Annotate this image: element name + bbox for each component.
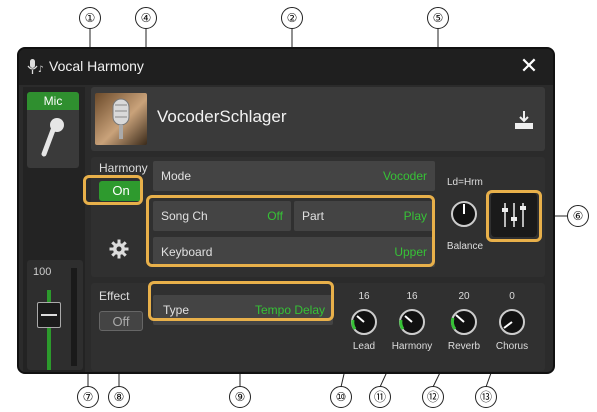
microphone-icon xyxy=(41,118,64,157)
mic-level-value: 100 xyxy=(33,266,52,278)
callout-8: ⑧ xyxy=(108,386,130,408)
harmony-knob[interactable] xyxy=(397,307,427,337)
callout-9: ⑨ xyxy=(229,386,251,408)
balance-knob-dial xyxy=(451,201,477,227)
song-ch-field[interactable]: Song Ch Off xyxy=(153,201,291,231)
reverb-level-value: 20 xyxy=(458,291,470,302)
microphone-harmony-icon: ♪ xyxy=(27,59,43,75)
lead-level-value: 16 xyxy=(358,291,370,302)
gear-icon[interactable] xyxy=(109,239,129,259)
callout-6: ⑥ xyxy=(567,205,589,227)
keyboard-field[interactable]: Keyboard Upper xyxy=(153,237,435,267)
part-value: Play xyxy=(403,209,427,223)
reverb-knob[interactable] xyxy=(449,307,479,337)
effect-type-field[interactable]: Type Tempo Delay xyxy=(153,295,333,325)
callout-2: ② xyxy=(281,7,303,29)
callout-7: ⑦ xyxy=(77,386,99,408)
part-label: Part xyxy=(302,209,325,223)
callout-13: ⑬ xyxy=(475,386,497,408)
chorus-level-value: 0 xyxy=(509,291,515,302)
mode-field[interactable]: Mode Vocoder xyxy=(153,161,435,191)
harmony-panel: Harmony On Mode Vocoder Song Ch Off Part… xyxy=(91,157,545,277)
mic-tab-label: Mic xyxy=(27,92,79,110)
level-meter xyxy=(71,268,77,366)
callout-4: ④ xyxy=(135,7,157,29)
callout-11: ⑪ xyxy=(369,386,391,408)
balance-knob[interactable] xyxy=(449,199,479,229)
effect-type-label: Type xyxy=(163,303,190,317)
reverb-label: Reverb xyxy=(447,341,481,352)
effect-panel: Effect Off Type Tempo Delay 16 Lead 16 H… xyxy=(91,283,545,371)
mixer-icon xyxy=(502,203,526,227)
effect-on-off-button[interactable]: Off xyxy=(99,311,143,331)
callout-12: ⑫ xyxy=(422,386,444,408)
title-bar: ♪ Vocal Harmony ✕ xyxy=(19,49,553,85)
song-ch-label: Song Ch xyxy=(161,209,208,223)
harmony-label: Harmony xyxy=(99,161,148,175)
keyboard-label: Keyboard xyxy=(161,245,213,259)
mic-level-fader[interactable] xyxy=(37,302,61,328)
balance-label: Balance xyxy=(446,241,484,252)
vintage-microphone-icon xyxy=(112,98,130,139)
mic-level-fader-panel: 100 xyxy=(27,260,83,370)
callout-5: ⑤ xyxy=(427,7,449,29)
balance-lead-harmony-label: Ld=Hrm xyxy=(447,177,483,188)
harmony-knob-dial xyxy=(399,309,425,335)
chorus-label: Chorus xyxy=(495,341,529,352)
part-field[interactable]: Part Play xyxy=(294,201,435,231)
mixer-button[interactable] xyxy=(491,193,537,237)
mic-column: Mic 100 xyxy=(23,87,85,372)
lead-knob[interactable] xyxy=(349,307,379,337)
chorus-knob[interactable] xyxy=(497,307,527,337)
style-name: VocoderSchlager xyxy=(157,107,287,126)
svg-text:♪: ♪ xyxy=(38,65,43,75)
mic-tab[interactable]: Mic xyxy=(27,92,79,168)
lead-knob-dial xyxy=(351,309,377,335)
callout-10: ⑩ xyxy=(330,386,352,408)
style-thumbnail xyxy=(95,93,147,145)
harmony-level-value: 16 xyxy=(406,291,418,302)
effect-label: Effect xyxy=(99,289,130,303)
window-title: Vocal Harmony xyxy=(49,58,144,74)
style-header[interactable]: VocoderSchlager xyxy=(91,87,545,151)
callout-1: ① xyxy=(79,7,101,29)
lead-label: Lead xyxy=(352,341,376,352)
keyboard-value: Upper xyxy=(394,245,427,259)
song-ch-value: Off xyxy=(267,209,283,223)
harmony-on-off-button[interactable]: On xyxy=(99,181,143,201)
effect-type-value: Tempo Delay xyxy=(254,303,325,317)
save-icon[interactable] xyxy=(513,109,535,131)
harmony-knob-label: Harmony xyxy=(391,341,433,352)
reverb-knob-dial xyxy=(450,309,477,335)
chorus-knob-dial xyxy=(499,309,525,335)
close-icon[interactable]: ✕ xyxy=(515,53,543,81)
mode-value: Vocoder xyxy=(382,169,427,183)
vocal-harmony-screen: ♪ Vocal Harmony ✕ Mic 100 xyxy=(17,47,555,374)
mode-label: Mode xyxy=(161,169,192,183)
